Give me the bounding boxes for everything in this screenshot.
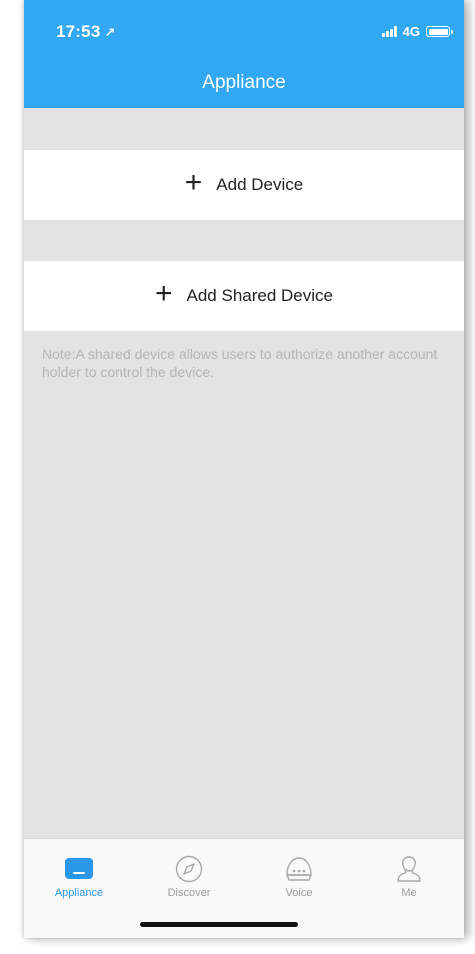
- add-shared-device-label: Add Shared Device: [186, 286, 333, 305]
- network-type: 4G: [402, 24, 420, 39]
- tab-appliance[interactable]: Appliance: [24, 839, 134, 901]
- plus-icon: +: [184, 166, 203, 199]
- location-arrow-icon: ↗: [104, 25, 116, 40]
- app-header: 17:53 ↗ 4G Appliance: [24, 0, 464, 108]
- status-indicators: 4G: [381, 24, 453, 39]
- person-icon: [397, 856, 421, 882]
- plus-icon: +: [154, 277, 173, 310]
- screenshot-frame: 17:53 ↗ 4G Appliance + Add Device + Add S…: [0, 0, 475, 954]
- tab-label: Voice: [285, 887, 313, 899]
- home-indicator[interactable]: [140, 922, 298, 927]
- status-time-group: 17:53 ↗: [56, 22, 116, 42]
- add-device-button[interactable]: + Add Device: [24, 150, 464, 220]
- battery-icon: [426, 26, 453, 37]
- compass-icon: [175, 855, 203, 883]
- page-title: Appliance: [202, 72, 286, 93]
- add-device-label: Add Device: [216, 175, 304, 194]
- appliance-icon: [65, 858, 93, 879]
- voice-icon: [286, 857, 312, 881]
- tab-discover[interactable]: Discover: [134, 839, 244, 901]
- signal-strength-icon: [381, 26, 398, 37]
- tab-label: Appliance: [54, 887, 104, 899]
- tab-me[interactable]: Me: [354, 839, 464, 901]
- status-time: 17:53: [56, 22, 101, 41]
- add-shared-device-button[interactable]: + Add Shared Device: [24, 261, 464, 331]
- phone-screen: 17:53 ↗ 4G Appliance + Add Device + Add S…: [24, 0, 464, 938]
- tab-voice[interactable]: Voice: [244, 839, 354, 901]
- tab-label: Discover: [167, 887, 211, 899]
- shared-device-note: Note:A shared device allows users to aut…: [42, 346, 438, 380]
- tab-label: Me: [401, 887, 417, 899]
